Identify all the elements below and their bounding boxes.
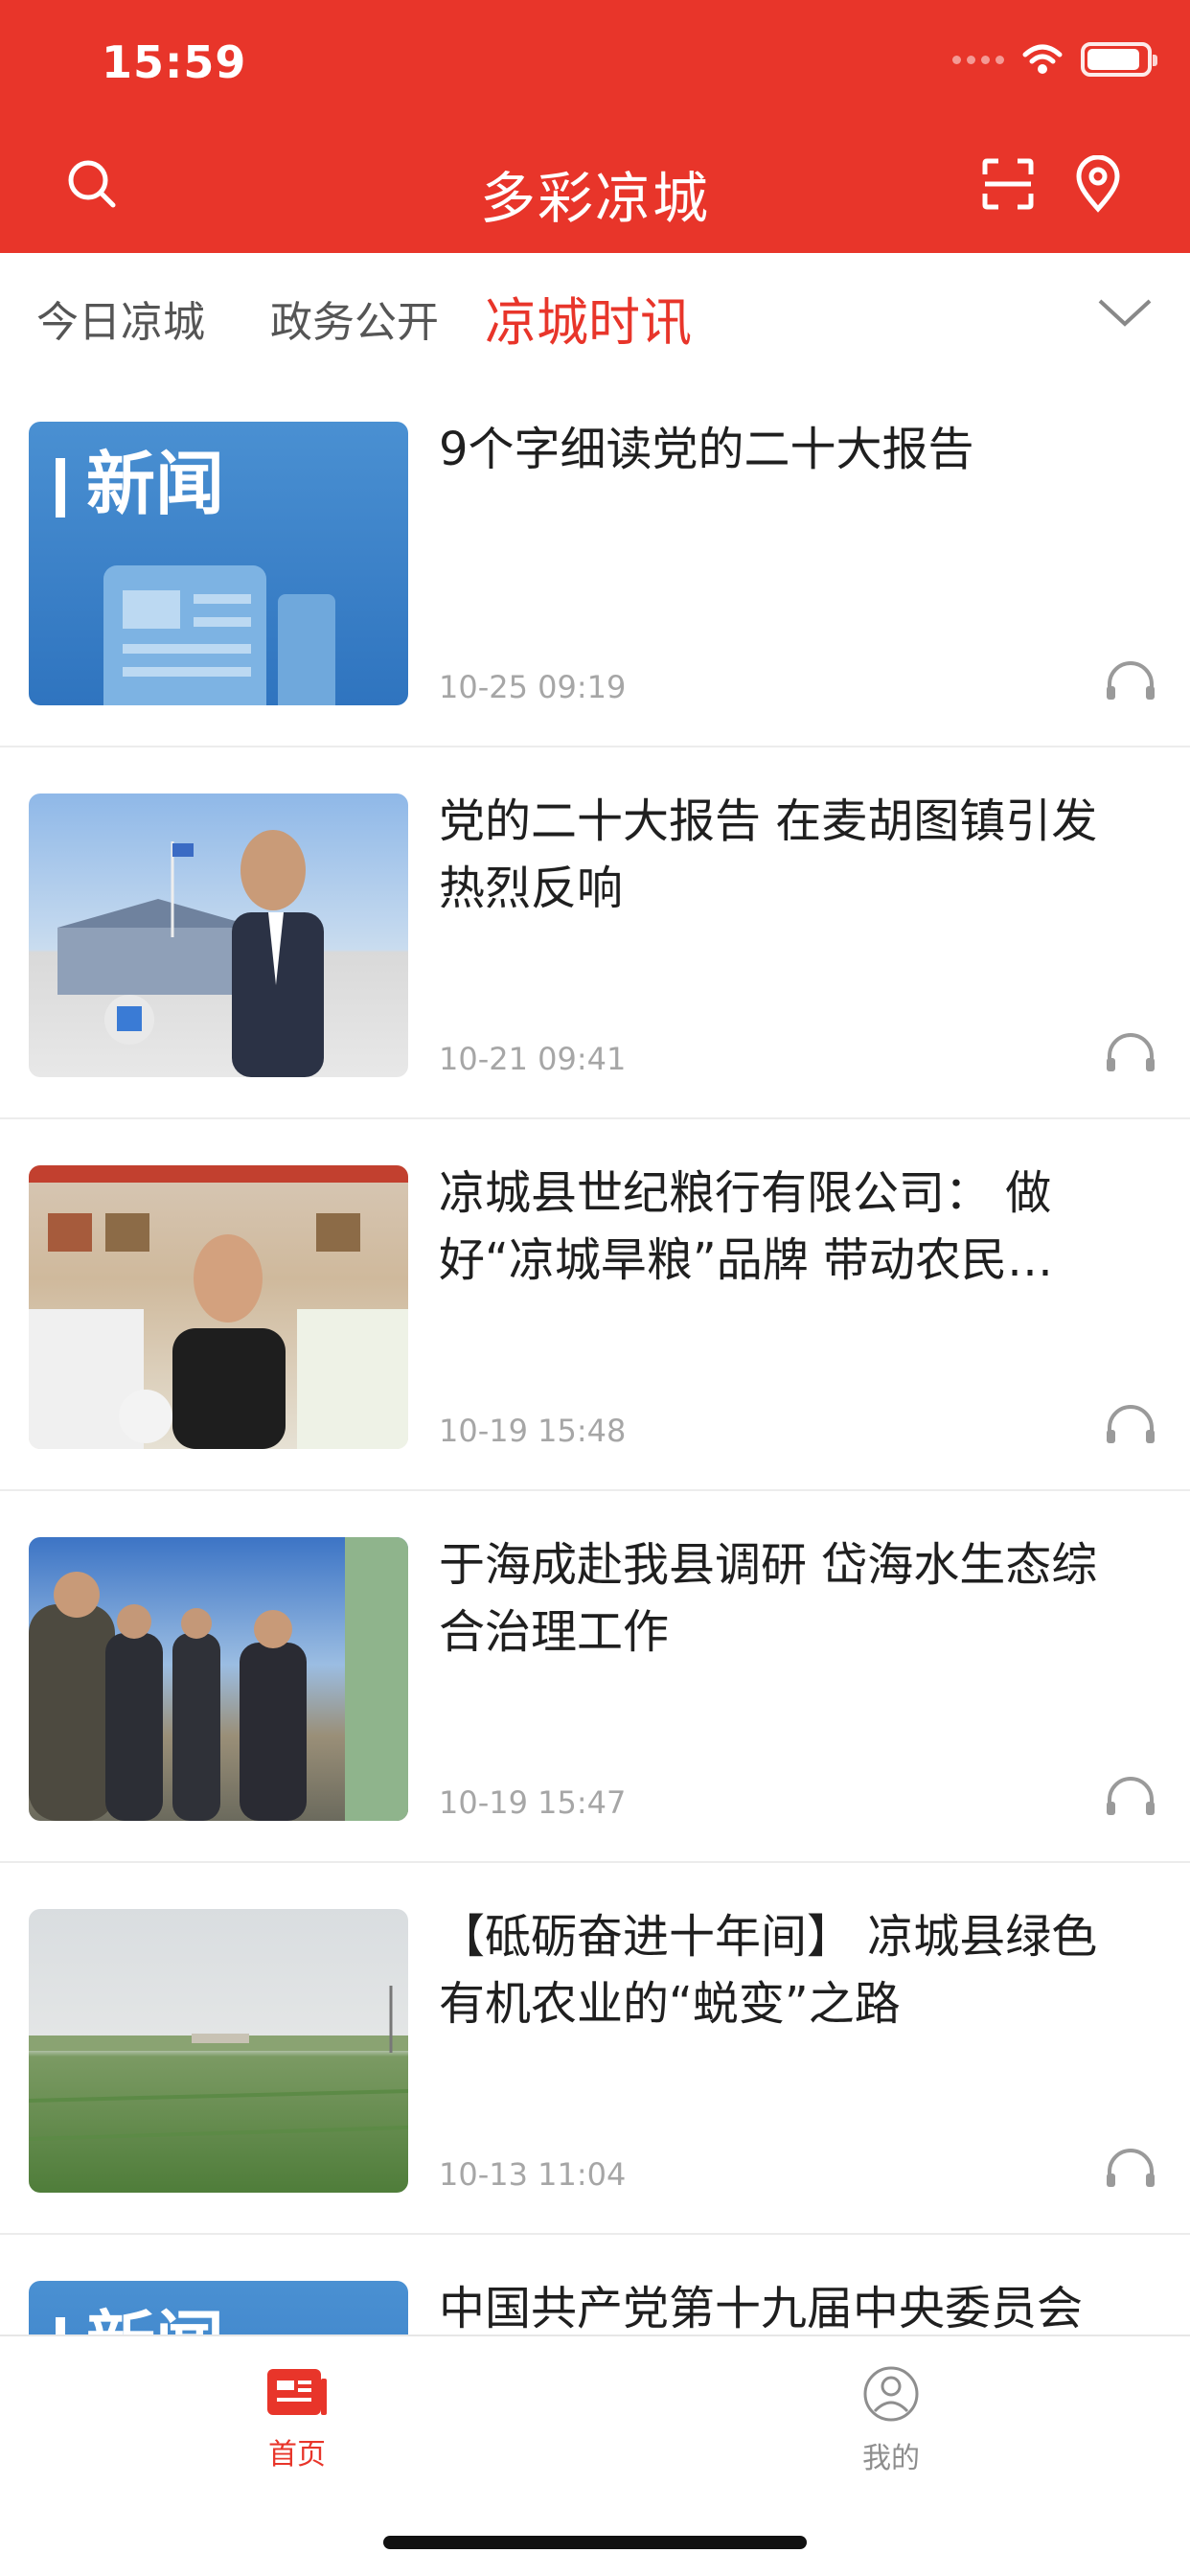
news-time: 10-21 09:41 xyxy=(439,1041,627,1077)
tab-mine-label: 我的 xyxy=(862,2442,920,2475)
news-time: 10-13 11:04 xyxy=(439,2156,627,2193)
news-thumbnail xyxy=(29,1909,408,2193)
news-item[interactable]: 新闻 9个字细读党的二十大报告 10-25 09:19 xyxy=(0,376,1190,748)
news-title: 【砥砺奋进十年间】 凉城县绿色有机农业的“蜕变”之路 xyxy=(439,1910,1098,2031)
scan-button[interactable] xyxy=(977,153,1039,215)
news-title: 凉城县世纪粮行有限公司： 做好“凉城旱粮”品牌 带动农民… xyxy=(439,1166,1053,1287)
tab-government[interactable]: 政务公开 xyxy=(270,288,439,349)
status-icons xyxy=(952,42,1157,77)
news-thumbnail: 新闻 xyxy=(29,422,408,705)
wifi-icon xyxy=(1022,44,1063,74)
news-time: 10-25 09:19 xyxy=(439,669,627,705)
user-profile-icon xyxy=(863,2366,919,2422)
chevron-down-icon[interactable] xyxy=(1094,291,1156,334)
headphones-icon[interactable] xyxy=(1104,1773,1157,1819)
location-pin-icon xyxy=(1076,155,1120,213)
status-time: 15:59 xyxy=(102,36,247,88)
news-item[interactable]: 凉城县世纪粮行有限公司： 做好“凉城旱粮”品牌 带动农民… 10-19 15:4… xyxy=(0,1119,1190,1491)
news-time: 10-19 15:48 xyxy=(439,1413,627,1449)
news-list: 新闻 9个字细读党的二十大报告 10-25 09:19 党的二十大报告 在麦胡图… xyxy=(0,376,1190,2564)
news-thumbnail xyxy=(29,1537,408,1821)
app-header: 15:59 多彩凉城 xyxy=(0,0,1190,253)
location-button[interactable] xyxy=(1067,153,1129,215)
tab-home-label: 首页 xyxy=(268,2438,326,2472)
news-title: 于海成赴我县调研 岱海水生态综合治理工作 xyxy=(439,1538,1098,1659)
home-indicator xyxy=(383,2536,807,2549)
news-item[interactable]: 党的二十大报告 在麦胡图镇引发热烈反响 10-21 09:41 xyxy=(0,748,1190,1119)
tab-home[interactable]: 首页 xyxy=(201,2365,393,2472)
tab-news[interactable]: 凉城时讯 xyxy=(485,280,692,356)
headphones-icon[interactable] xyxy=(1104,1029,1157,1075)
tab-mine[interactable]: 我的 xyxy=(795,2365,987,2476)
headphones-icon[interactable] xyxy=(1104,1401,1157,1447)
thumb-news-label: 新闻 xyxy=(86,444,224,524)
news-title: 党的二十大报告 在麦胡图镇引发热烈反响 xyxy=(439,794,1098,915)
news-time: 10-19 15:47 xyxy=(439,1784,627,1821)
news-item[interactable]: 于海成赴我县调研 岱海水生态综合治理工作 10-19 15:47 xyxy=(0,1491,1190,1863)
news-title: 中国共产党第十九届中央委员会 xyxy=(439,2282,1084,2335)
headphones-icon[interactable] xyxy=(1104,657,1157,703)
news-thumbnail xyxy=(29,1165,408,1449)
category-tabs: 今日凉城 政务公开 凉城时讯 xyxy=(0,253,1190,376)
headphones-icon[interactable] xyxy=(1104,2145,1157,2191)
news-title: 9个字细读党的二十大报告 xyxy=(439,423,974,476)
tab-today[interactable]: 今日凉城 xyxy=(36,288,205,349)
cellular-signal-icon xyxy=(952,55,1004,64)
newspaper-icon xyxy=(267,2369,327,2415)
battery-icon xyxy=(1081,42,1157,77)
news-thumbnail xyxy=(29,794,408,1077)
scan-icon xyxy=(982,158,1034,210)
news-item[interactable]: 【砥砺奋进十年间】 凉城县绿色有机农业的“蜕变”之路 10-13 11:04 xyxy=(0,1863,1190,2235)
